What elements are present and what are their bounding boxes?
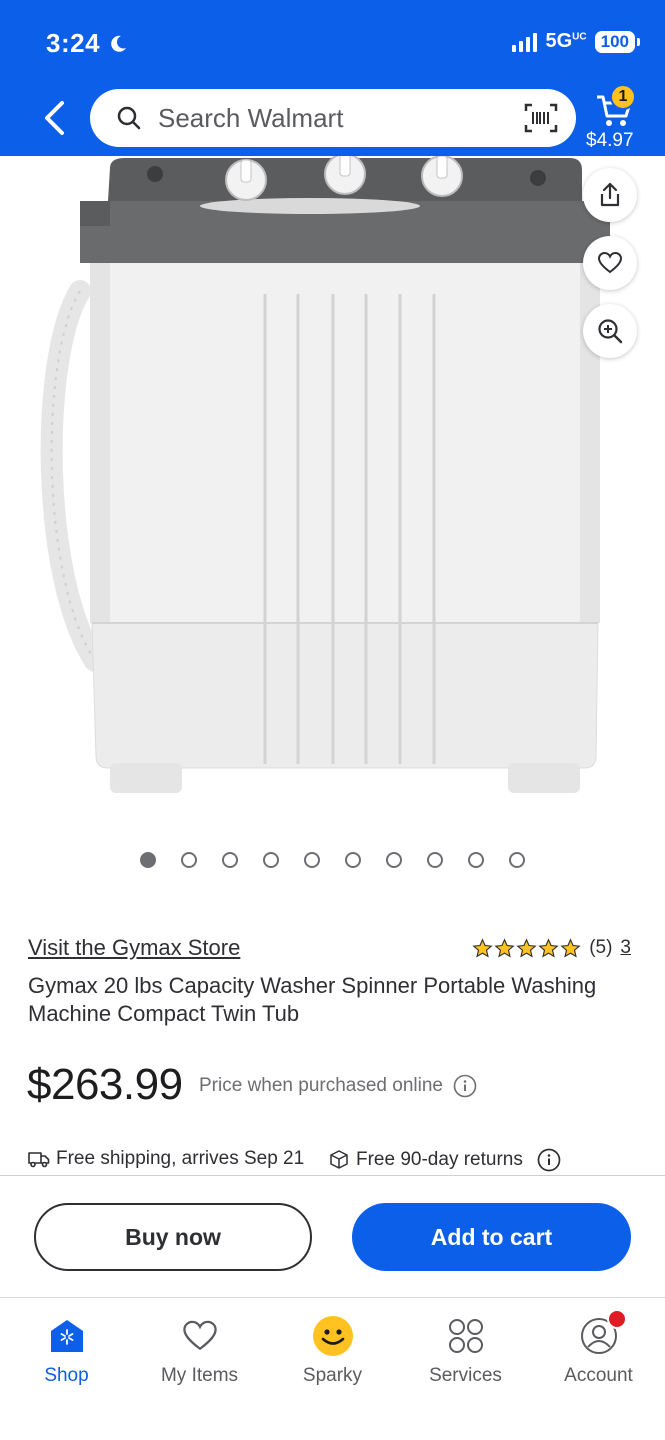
signal-icon	[512, 32, 538, 52]
price-note-text: Price when purchased online	[199, 1075, 443, 1096]
truck-icon	[28, 1152, 50, 1168]
nav-item-sparky[interactable]: Sparky	[266, 1298, 399, 1440]
carousel-dot[interactable]	[181, 852, 197, 868]
heart-icon	[597, 251, 623, 274]
star-icon	[494, 937, 515, 958]
info-icon[interactable]	[537, 1148, 561, 1172]
add-to-cart-button[interactable]: Add to cart	[352, 1203, 631, 1271]
status-time: 3:24	[46, 28, 128, 59]
carousel-dot[interactable]	[509, 852, 525, 868]
moon-icon	[111, 35, 127, 52]
reviews-link[interactable]: 3	[620, 937, 631, 959]
nav-label-shop: Shop	[44, 1365, 89, 1386]
account-icon	[578, 1309, 627, 1357]
cart-count-badge: 1	[610, 84, 636, 110]
divider	[0, 1175, 665, 1176]
search-input[interactable]: Search Walmart	[158, 103, 343, 134]
returns-box-icon	[330, 1150, 348, 1169]
star-icon	[472, 937, 493, 958]
network-label: 5GUC	[545, 30, 587, 52]
zoom-button[interactable]	[583, 304, 637, 358]
nav-item-account[interactable]: Account	[532, 1298, 665, 1440]
favorite-button[interactable]	[583, 236, 637, 290]
carousel-dot[interactable]	[263, 852, 279, 868]
carousel-dot[interactable]	[304, 852, 320, 868]
services-icon	[445, 1315, 487, 1357]
nav-item-shop[interactable]: Shop	[0, 1298, 133, 1440]
shipping-text: Free shipping, arrives Sep 21	[56, 1148, 305, 1169]
review-count: (5)	[589, 937, 613, 958]
carousel-dot[interactable]	[140, 852, 156, 868]
carousel-dot[interactable]	[222, 852, 238, 868]
carousel-dot[interactable]	[427, 852, 443, 868]
star-icon	[560, 937, 581, 958]
share-button[interactable]	[583, 168, 637, 222]
carousel-dot[interactable]	[468, 852, 484, 868]
price-note: Price when purchased online	[199, 1074, 477, 1098]
heart-icon	[179, 1315, 221, 1357]
nav-label-my-items: My Items	[160, 1365, 239, 1386]
search-icon	[117, 106, 141, 130]
washing-machine-image	[40, 156, 610, 793]
carousel-dot[interactable]	[345, 852, 361, 868]
nav-label-services: Services	[429, 1365, 502, 1386]
battery-icon: 100	[594, 30, 641, 53]
product-image[interactable]	[0, 156, 665, 816]
cart-button[interactable]: 1 $4.97	[586, 84, 650, 152]
barcode-scan-icon[interactable]	[524, 103, 558, 133]
buy-now-button[interactable]: Buy now	[34, 1203, 312, 1271]
nav-label-account: Account	[564, 1365, 633, 1386]
carousel-dot[interactable]	[386, 852, 402, 868]
status-time-text: 3:24	[46, 28, 101, 58]
store-link[interactable]: Visit the Gymax Store	[28, 935, 240, 961]
search-bar[interactable]: Search Walmart	[90, 89, 576, 147]
chevron-left-icon	[45, 101, 64, 135]
shipping-info: Free shipping, arrives Sep 21	[28, 1148, 304, 1170]
bottom-nav: Shop My Items Sparky Services Account	[0, 1298, 665, 1440]
info-icon[interactable]	[453, 1074, 477, 1098]
returns-text: Free 90-day returns	[356, 1149, 523, 1170]
rating[interactable]: (5) 3	[472, 937, 631, 959]
app-header: 3:24 5GUC 100 Search Walmart 1 $4.97	[0, 0, 665, 156]
shop-icon	[46, 1315, 88, 1357]
status-indicators: 5GUC 100	[512, 30, 641, 53]
returns-info: Free 90-day returns	[328, 1148, 561, 1172]
product-title: Gymax 20 lbs Capacity Washer Spinner Por…	[28, 973, 597, 1026]
share-icon	[600, 182, 620, 207]
product-price: $263.99	[27, 1060, 183, 1109]
back-button[interactable]	[36, 98, 72, 138]
nav-item-my-items[interactable]: My Items	[133, 1298, 266, 1440]
sparky-icon	[312, 1315, 354, 1357]
star-icon	[516, 937, 537, 958]
cart-total: $4.97	[586, 130, 634, 151]
nav-label-sparky: Sparky	[302, 1365, 363, 1386]
star-rating	[472, 937, 581, 959]
nav-item-services[interactable]: Services	[399, 1298, 532, 1440]
zoom-in-icon	[598, 319, 623, 344]
notification-dot	[606, 1309, 627, 1329]
star-icon	[538, 937, 559, 958]
image-carousel-dots	[0, 852, 665, 868]
